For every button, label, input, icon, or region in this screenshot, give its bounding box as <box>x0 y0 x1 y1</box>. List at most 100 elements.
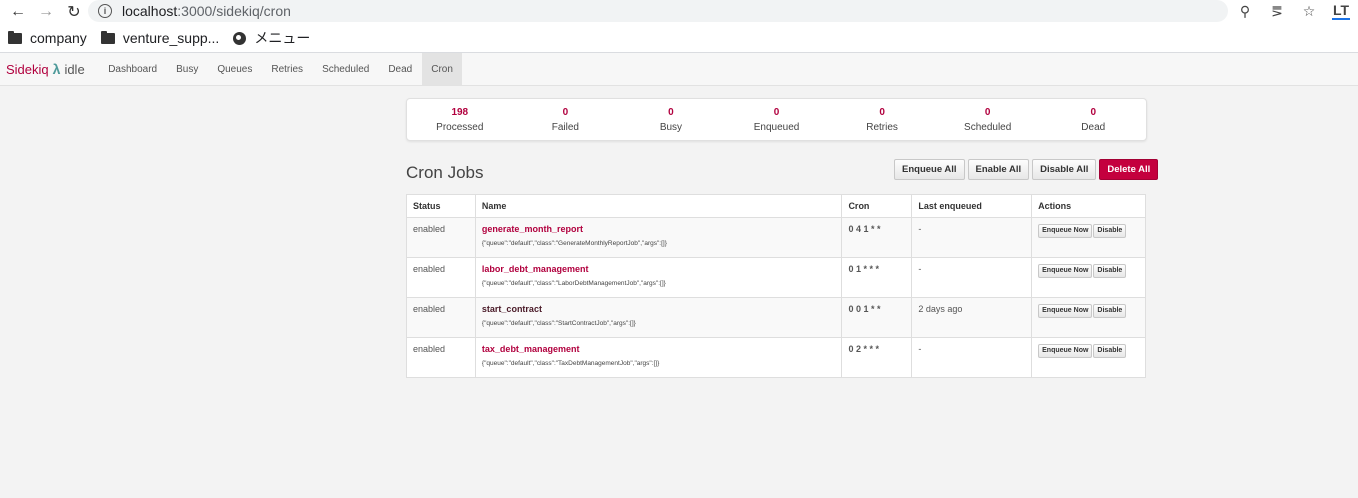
job-actions: Enqueue Now Disable <box>1031 297 1146 338</box>
bookmark-company[interactable]: company <box>8 30 87 46</box>
job-name-cell: labor_debt_management {"queue":"default"… <box>474 257 843 298</box>
browser-toolbar: ← → ↻ i localhost:3000/sidekiq/cron ⚲ ⪚ … <box>0 0 1358 24</box>
job-cron: 0 4 1 * * <box>841 217 913 258</box>
table-row: enabled generate_month_report {"queue":"… <box>406 217 1146 258</box>
disable-button[interactable]: Disable <box>1093 344 1127 358</box>
stat-enqueued[interactable]: 0 Enqueued <box>724 99 830 140</box>
stat-scheduled[interactable]: 0 Scheduled <box>935 99 1041 140</box>
job-args: {"queue":"default","class":"TaxDebtManag… <box>481 360 660 367</box>
stat-processed[interactable]: 198 Processed <box>407 99 513 140</box>
table-row: enabled labor_debt_management {"queue":"… <box>406 257 1146 298</box>
stat-label: Scheduled <box>964 121 1012 133</box>
stat-label: Dead <box>1081 121 1106 133</box>
job-args: {"queue":"default","class":"StartContrac… <box>481 320 636 327</box>
table-row: enabled start_contract {"queue":"default… <box>406 297 1146 338</box>
column-header-cron: Cron <box>841 194 913 218</box>
bookmark-venture[interactable]: venture_supp... <box>100 30 220 46</box>
enqueue-all-button[interactable]: Enqueue All <box>894 159 965 180</box>
site-info-icon[interactable]: i <box>98 4 112 18</box>
job-last-enqueued: - <box>911 337 1033 378</box>
nav-dashboard[interactable]: Dashboard <box>99 53 167 85</box>
stat-count: 0 <box>668 106 674 118</box>
enable-all-button[interactable]: Enable All <box>967 159 1030 180</box>
job-name-link[interactable]: generate_month_report <box>482 224 836 234</box>
url-host: localhost <box>122 3 178 19</box>
bookmark-label: company <box>30 30 87 46</box>
disable-button[interactable]: Disable <box>1093 264 1127 278</box>
status-text: idle <box>64 61 85 77</box>
job-name-link[interactable]: tax_debt_management <box>482 344 836 354</box>
nav-busy[interactable]: Busy <box>167 53 208 85</box>
job-last-enqueued: - <box>911 217 1033 258</box>
star-icon[interactable]: ☆ <box>1300 2 1318 20</box>
stat-label: Retries <box>866 121 898 133</box>
stat-failed[interactable]: 0 Failed <box>513 99 619 140</box>
bookmark-menu[interactable]: メニュー <box>233 28 310 48</box>
job-actions: Enqueue Now Disable <box>1031 337 1146 378</box>
job-actions: Enqueue Now Disable <box>1031 217 1146 258</box>
nav-queues[interactable]: Queues <box>208 53 262 85</box>
job-args: {"queue":"default","class":"GenerateMont… <box>481 240 667 247</box>
enqueue-now-button[interactable]: Enqueue Now <box>1038 264 1093 278</box>
table-header-row: Status Name Cron Last enqueued Actions <box>406 194 1146 218</box>
bookmark-label: メニュー <box>254 30 311 46</box>
stat-count: 0 <box>984 106 991 118</box>
nav-dead[interactable]: Dead <box>379 53 422 85</box>
job-cron: 0 1 * * * <box>841 257 913 298</box>
sidekiq-navbar: Sidekiq λ idle Dashboard Busy Queues Ret… <box>0 53 1358 86</box>
page-title: Cron Jobs <box>406 163 484 182</box>
disable-all-button[interactable]: Disable All <box>1032 159 1097 180</box>
stat-dead[interactable]: 0 Dead <box>1040 99 1146 140</box>
stat-label: Enqueued <box>753 121 800 133</box>
reload-icon[interactable]: ↻ <box>64 2 84 22</box>
table-row: enabled tax_debt_management {"queue":"de… <box>406 337 1146 378</box>
stat-busy[interactable]: 0 Busy <box>618 99 724 140</box>
disable-button[interactable]: Disable <box>1093 304 1127 318</box>
job-cron: 0 2 * * * <box>841 337 913 378</box>
job-last-enqueued: - <box>911 257 1033 298</box>
nav-cron[interactable]: Cron <box>421 53 463 85</box>
stat-count: 0 <box>1090 106 1097 118</box>
bookmark-label: venture_supp... <box>122 30 220 46</box>
disable-button[interactable]: Disable <box>1093 224 1127 238</box>
stat-count: 0 <box>879 106 885 118</box>
profile-badge[interactable]: LT <box>1332 2 1350 20</box>
back-arrow-icon[interactable]: ← <box>8 2 28 22</box>
column-header-actions: Actions <box>1031 194 1146 218</box>
enqueue-now-button[interactable]: Enqueue Now <box>1038 224 1093 238</box>
job-last-enqueued: 2 days ago <box>911 297 1033 338</box>
enqueue-now-button[interactable]: Enqueue Now <box>1038 344 1093 358</box>
stat-count: 0 <box>773 106 780 118</box>
zoom-icon[interactable]: ⚲ <box>1236 2 1254 20</box>
share-icon[interactable]: ⪚ <box>1268 2 1286 20</box>
enqueue-now-button[interactable]: Enqueue Now <box>1038 304 1093 318</box>
nav-scheduled[interactable]: Scheduled <box>313 53 379 85</box>
column-header-status: Status <box>406 194 476 218</box>
job-name-link[interactable]: start_contract <box>482 304 836 314</box>
stat-retries[interactable]: 0 Retries <box>829 99 935 140</box>
runner-icon: λ <box>52 61 61 77</box>
job-args: {"queue":"default","class":"LaborDebtMan… <box>481 280 666 287</box>
bookmarks-bar: company venture_supp... メニュー <box>0 24 1358 53</box>
folder-icon <box>8 30 22 44</box>
job-name-cell: generate_month_report {"queue":"default"… <box>474 217 843 258</box>
url-path: :3000/sidekiq/cron <box>177 3 291 19</box>
job-status: enabled <box>406 297 476 338</box>
job-cron: 0 0 1 * * <box>841 297 913 338</box>
column-header-name: Name <box>474 194 843 218</box>
cron-actions: Enqueue All Enable All Disable All Delet… <box>894 159 1159 180</box>
job-status: enabled <box>406 257 476 298</box>
address-bar[interactable]: i localhost:3000/sidekiq/cron <box>88 0 1228 22</box>
column-header-last-enqueued: Last enqueued <box>911 194 1033 218</box>
forward-arrow-icon[interactable]: → <box>36 2 56 22</box>
cron-jobs-table: Status Name Cron Last enqueued Actions e… <box>406 194 1146 378</box>
browser-actions: ⚲ ⪚ ☆ LT <box>1236 2 1350 20</box>
delete-all-button[interactable]: Delete All <box>1099 159 1159 180</box>
stat-count: 198 <box>451 106 469 118</box>
stat-label: Failed <box>551 121 579 133</box>
globe-icon <box>233 31 247 45</box>
stat-count: 0 <box>562 106 569 118</box>
nav-retries[interactable]: Retries <box>262 53 313 85</box>
brand[interactable]: Sidekiq λ idle <box>6 53 85 85</box>
job-name-link[interactable]: labor_debt_management <box>482 264 836 274</box>
